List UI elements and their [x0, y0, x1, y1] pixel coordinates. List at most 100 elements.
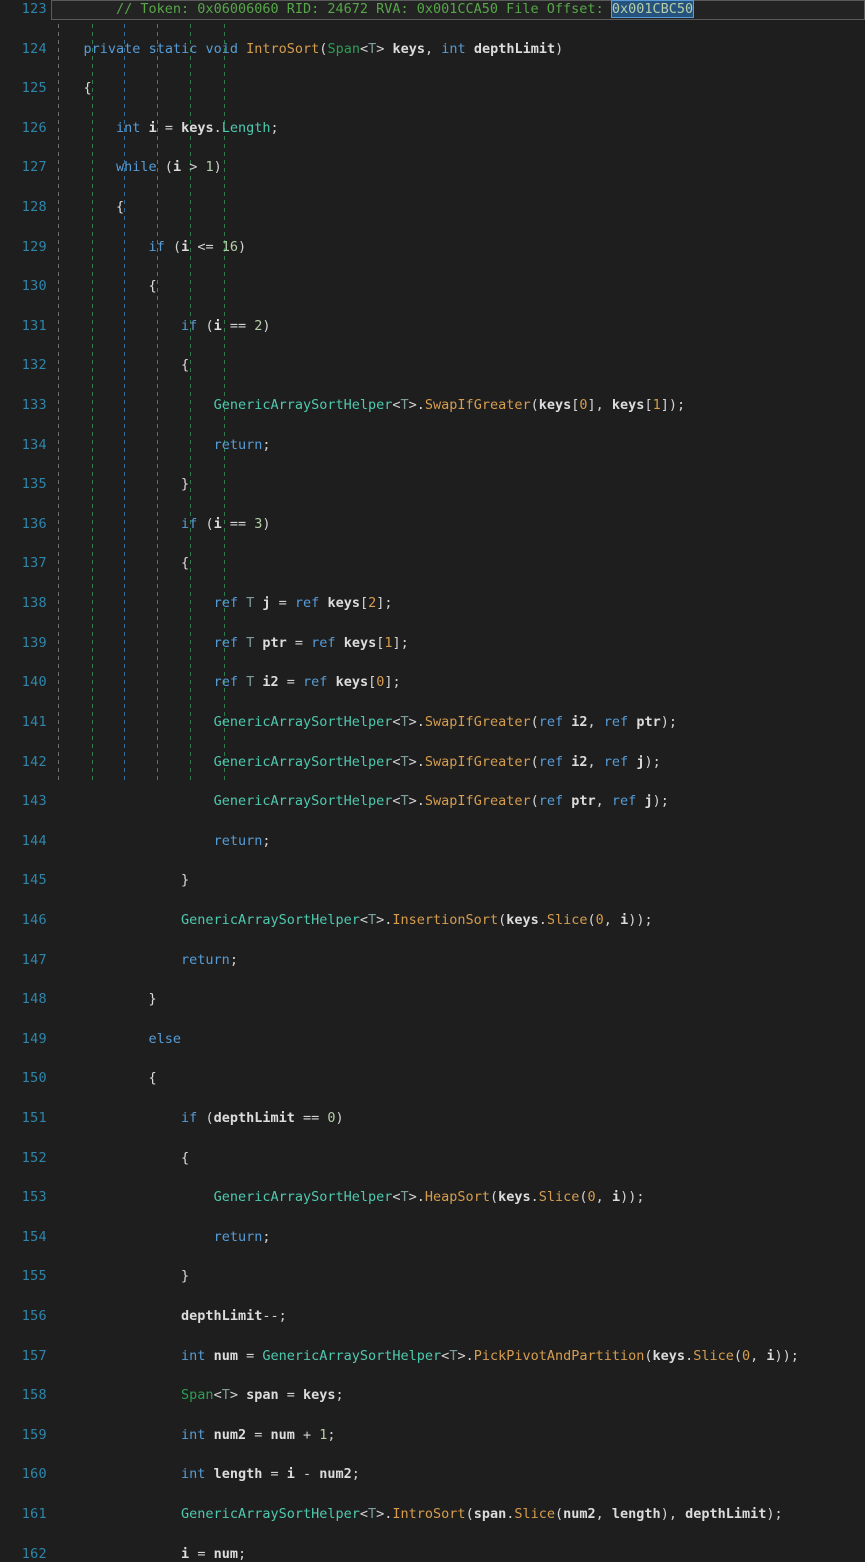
line-code[interactable]: {: [51, 277, 157, 297]
code-line[interactable]: 125 {: [0, 79, 865, 99]
line-code[interactable]: if (i == 2): [51, 317, 270, 337]
code-line[interactable]: 153 GenericArraySortHelper<T>.HeapSort(k…: [0, 1188, 865, 1208]
line-code[interactable]: }: [51, 990, 157, 1010]
code-line[interactable]: 129 if (i <= 16): [0, 238, 865, 258]
line-code[interactable]: int length = i - num2;: [51, 1465, 360, 1485]
code-line[interactable]: 139 ref T ptr = ref keys[1];: [0, 634, 865, 654]
code-line[interactable]: 131 if (i == 2): [0, 317, 865, 337]
line-code[interactable]: int num2 = num + 1;: [51, 1426, 336, 1446]
code-line[interactable]: 142 GenericArraySortHelper<T>.SwapIfGrea…: [0, 753, 865, 773]
line-code[interactable]: private static void IntroSort(Span<T> ke…: [51, 40, 564, 60]
code-line[interactable]: 148 }: [0, 990, 865, 1010]
code-line[interactable]: 159 int num2 = num + 1;: [0, 1426, 865, 1446]
token-mth: SwapIfGreater: [424, 713, 531, 730]
line-code[interactable]: else: [51, 1030, 182, 1050]
code-line[interactable]: 149 else: [0, 1030, 865, 1050]
code-line[interactable]: 152 {: [0, 1149, 865, 1169]
code-line[interactable]: 154 return;: [0, 1228, 865, 1248]
token-id: depthLimit: [685, 1506, 767, 1523]
line-code[interactable]: {: [51, 356, 189, 376]
line-code[interactable]: GenericArraySortHelper<T>.SwapIfGreater(…: [51, 713, 677, 733]
line-code[interactable]: depthLimit--;: [51, 1307, 287, 1327]
code-line[interactable]: 160 int length = i - num2;: [0, 1465, 865, 1485]
code-line[interactable]: 134 return;: [0, 436, 865, 456]
code-line[interactable]: 162 i = num;: [0, 1545, 865, 1562]
code-line[interactable]: 161 GenericArraySortHelper<T>.IntroSort(…: [0, 1505, 865, 1525]
token-k: ref: [294, 595, 320, 612]
token-p: (: [530, 793, 539, 810]
line-code[interactable]: ref T ptr = ref keys[1];: [51, 634, 409, 654]
code-line[interactable]: 141 GenericArraySortHelper<T>.SwapIfGrea…: [0, 713, 865, 733]
line-code[interactable]: ref T i2 = ref keys[0];: [51, 673, 401, 693]
line-code[interactable]: // Token: 0x06006060 RID: 24672 RVA: 0x0…: [51, 0, 695, 20]
code-line[interactable]: 156 depthLimit--;: [0, 1307, 865, 1327]
line-code[interactable]: }: [51, 475, 189, 495]
line-code[interactable]: GenericArraySortHelper<T>.IntroSort(span…: [51, 1505, 783, 1525]
code-line[interactable]: 144 return;: [0, 832, 865, 852]
code-line[interactable]: 132 {: [0, 356, 865, 376]
code-line[interactable]: 140 ref T i2 = ref keys[0];: [0, 673, 865, 693]
token-gtyp: Span: [181, 1387, 214, 1404]
code-line[interactable]: 138 ref T j = ref keys[2];: [0, 594, 865, 614]
code-line[interactable]: 151 if (depthLimit == 0): [0, 1109, 865, 1129]
line-code[interactable]: {: [51, 79, 92, 99]
code-editor[interactable]: 123 // Token: 0x06006060 RID: 24672 RVA:…: [0, 0, 865, 1562]
line-code[interactable]: return;: [51, 436, 271, 456]
code-line[interactable]: 157 int num = GenericArraySortHelper<T>.…: [0, 1347, 865, 1367]
line-code[interactable]: int i = keys.Length;: [51, 119, 279, 139]
token-mth: Slice: [514, 1506, 555, 1523]
code-line[interactable]: 128 {: [0, 198, 865, 218]
line-code[interactable]: if (i == 3): [51, 515, 270, 535]
line-code[interactable]: if (i <= 16): [51, 238, 247, 258]
code-line[interactable]: 155 }: [0, 1267, 865, 1287]
line-code[interactable]: GenericArraySortHelper<T>.InsertionSort(…: [51, 911, 653, 931]
line-code[interactable]: return;: [51, 1228, 271, 1248]
token-p: ;: [262, 436, 271, 453]
token-p: ));: [774, 1347, 799, 1364]
line-code[interactable]: GenericArraySortHelper<T>.SwapIfGreater(…: [51, 792, 669, 812]
line-code[interactable]: Span<T> span = keys;: [51, 1386, 344, 1406]
line-code[interactable]: GenericArraySortHelper<T>.SwapIfGreater(…: [51, 753, 661, 773]
line-code[interactable]: return;: [51, 951, 238, 971]
line-code[interactable]: i = num;: [51, 1545, 246, 1562]
code-line[interactable]: 124 private static void IntroSort(Span<T…: [0, 40, 865, 60]
code-line[interactable]: 127 while (i > 1): [0, 158, 865, 178]
line-code[interactable]: if (depthLimit == 0): [51, 1109, 344, 1129]
token-gp: T: [368, 911, 377, 928]
token-numo: 0: [587, 1189, 596, 1206]
token-gp: T: [246, 634, 255, 651]
line-code[interactable]: }: [51, 871, 189, 891]
code-line[interactable]: 143 GenericArraySortHelper<T>.SwapIfGrea…: [0, 792, 865, 812]
line-code[interactable]: GenericArraySortHelper<T>.SwapIfGreater(…: [51, 396, 686, 416]
token-typ: GenericArraySortHelper: [213, 1189, 393, 1206]
token-br: {: [148, 1070, 157, 1087]
line-code[interactable]: {: [51, 1069, 157, 1089]
code-lines[interactable]: 123 // Token: 0x06006060 RID: 24672 RVA:…: [0, 0, 865, 1562]
line-code[interactable]: GenericArraySortHelper<T>.HeapSort(keys.…: [51, 1188, 645, 1208]
code-line[interactable]: 126 int i = keys.Length;: [0, 119, 865, 139]
code-line[interactable]: 150 {: [0, 1069, 865, 1089]
code-line[interactable]: 137 {: [0, 554, 865, 574]
token-p: =: [246, 1426, 271, 1443]
line-code[interactable]: {: [51, 198, 124, 218]
line-code[interactable]: }: [51, 1267, 189, 1287]
line-code[interactable]: while (i > 1): [51, 158, 222, 178]
line-code[interactable]: int num = GenericArraySortHelper<T>.Pick…: [51, 1347, 799, 1367]
code-line[interactable]: 146 GenericArraySortHelper<T>.InsertionS…: [0, 911, 865, 931]
token-k: return: [181, 951, 230, 968]
line-code[interactable]: ref T j = ref keys[2];: [51, 594, 393, 614]
code-line[interactable]: 133 GenericArraySortHelper<T>.SwapIfGrea…: [0, 396, 865, 416]
code-line[interactable]: 147 return;: [0, 951, 865, 971]
code-line[interactable]: 130 {: [0, 277, 865, 297]
token-p: >.: [408, 1189, 425, 1206]
code-line[interactable]: 135 }: [0, 475, 865, 495]
code-line[interactable]: 158 Span<T> span = keys;: [0, 1386, 865, 1406]
line-code[interactable]: {: [51, 554, 189, 574]
line-code[interactable]: {: [51, 1149, 189, 1169]
token-sel[interactable]: 0x001CBC50: [610, 0, 695, 18]
code-line[interactable]: 136 if (i == 3): [0, 515, 865, 535]
code-line[interactable]: 145 }: [0, 871, 865, 891]
line-code[interactable]: return;: [51, 832, 271, 852]
token-k: int: [181, 1426, 206, 1443]
code-line[interactable]: 123 // Token: 0x06006060 RID: 24672 RVA:…: [0, 0, 865, 20]
